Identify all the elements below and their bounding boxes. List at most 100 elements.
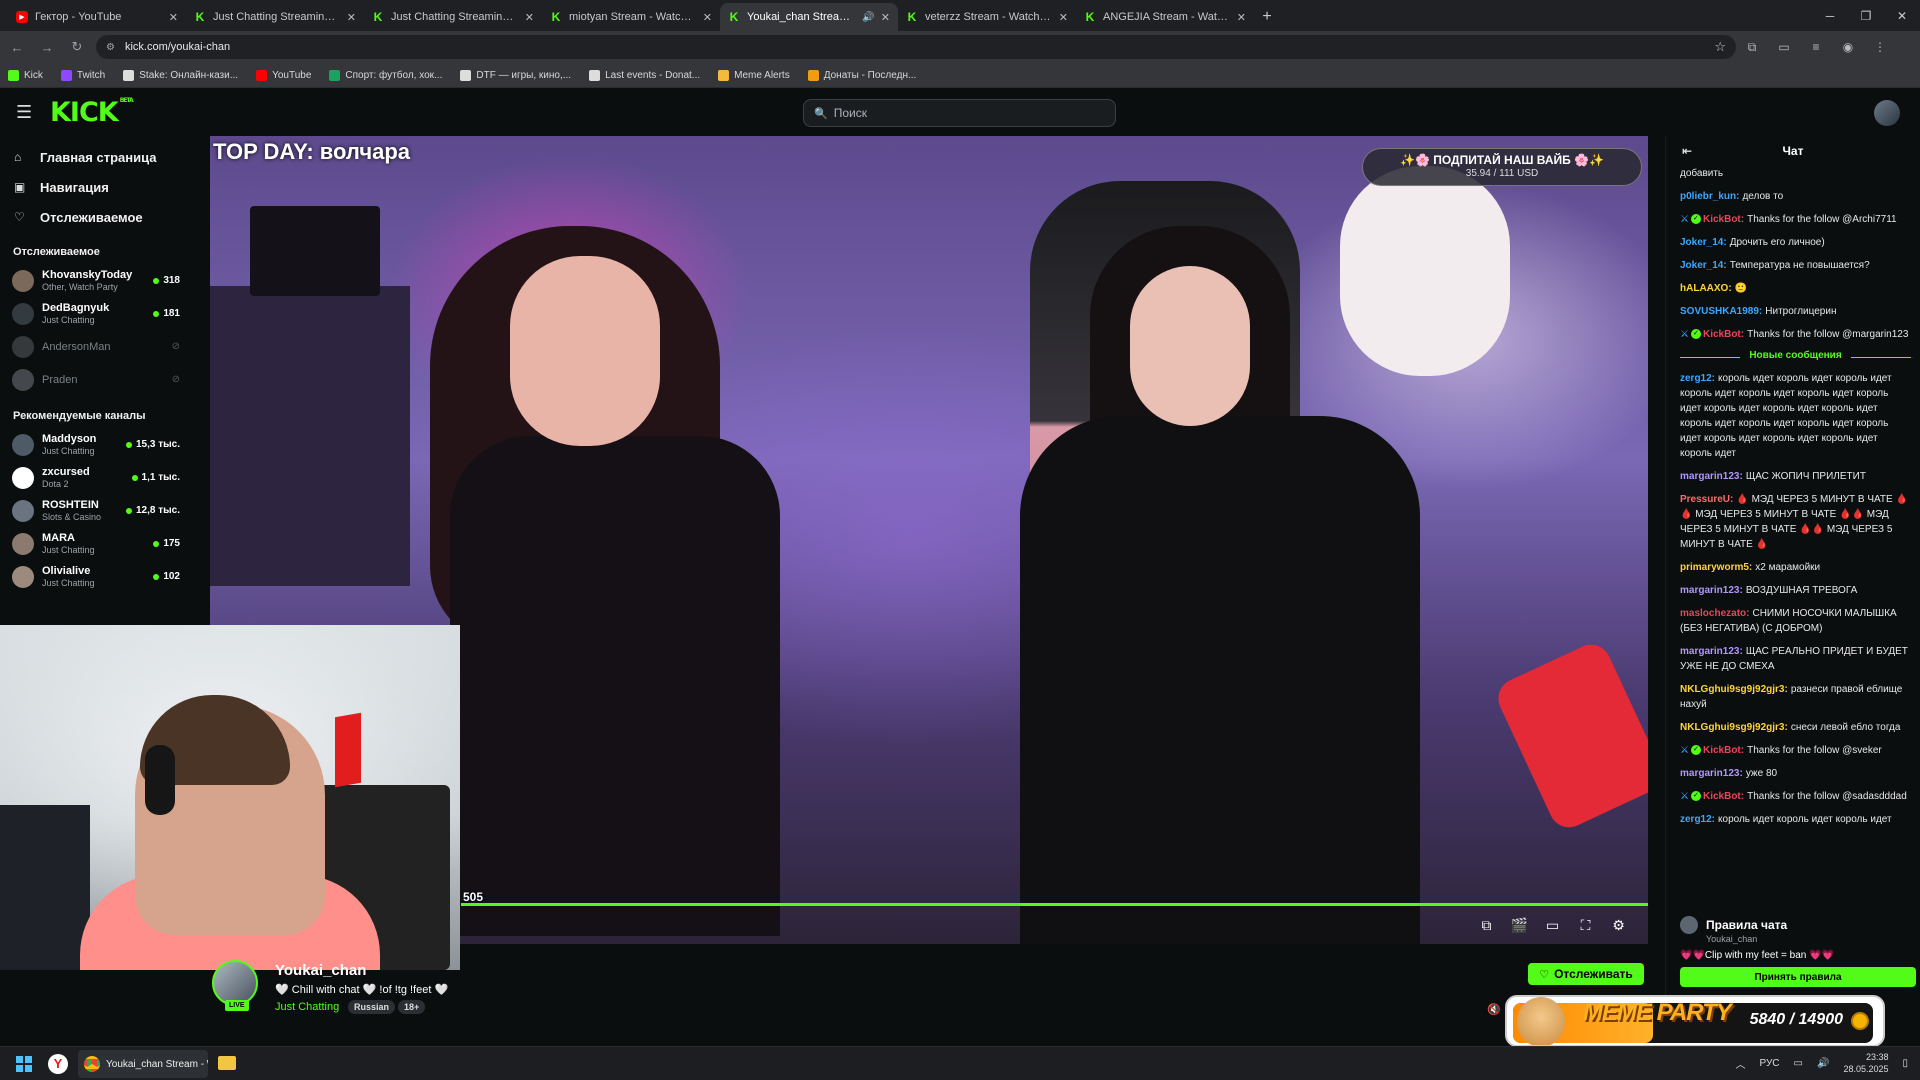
chat-username[interactable]: margarin123: xyxy=(1680,585,1743,596)
chat-username[interactable]: KickBot: xyxy=(1703,214,1744,225)
chat-username[interactable]: SOVUSHKA1989: xyxy=(1680,306,1762,317)
chat-username[interactable]: margarin123: xyxy=(1680,768,1743,779)
bookmark-item[interactable]: Донаты - Последн... xyxy=(807,69,916,81)
close-tab-icon[interactable]: ✕ xyxy=(1237,11,1246,24)
sidebar-nav-item[interactable]: ▣ Навигация xyxy=(0,172,192,202)
sidebar-channel[interactable]: KhovanskyToday Other, Watch Party 318 xyxy=(0,264,192,297)
chat-username[interactable]: primaryworm5: xyxy=(1680,562,1752,573)
network-icon[interactable]: ▭ xyxy=(1794,1058,1803,1069)
bookmark-item[interactable]: YouTube xyxy=(256,69,311,81)
clock[interactable]: 23:38 28.05.2025 xyxy=(1843,1051,1888,1075)
theater-icon[interactable]: ▭ xyxy=(1536,917,1569,934)
collapse-chat-icon[interactable]: ⇤ xyxy=(1682,144,1692,158)
user-avatar[interactable] xyxy=(1874,100,1900,126)
tray-chevron-icon[interactable]: ︿ xyxy=(1736,1056,1746,1071)
close-tab-icon[interactable]: ✕ xyxy=(1059,11,1068,24)
notifications-icon[interactable]: ▯ xyxy=(1902,1058,1908,1069)
sidepanel-icon[interactable]: ▭ xyxy=(1768,34,1800,60)
settings-icon[interactable]: ⚙ xyxy=(1602,917,1635,934)
hamburger-menu-icon[interactable]: ☰ xyxy=(16,102,36,123)
extensions-icon[interactable]: ⧉ xyxy=(1736,34,1768,60)
accept-rules-button[interactable]: Принять правила xyxy=(1680,967,1916,987)
language-indicator[interactable]: РУС xyxy=(1760,1058,1780,1069)
close-tab-icon[interactable]: ✕ xyxy=(881,11,890,24)
close-tab-icon[interactable]: ✕ xyxy=(525,11,534,24)
follow-button[interactable]: ♡ Отслеживать xyxy=(1528,963,1644,985)
chat-username[interactable]: NKLGghui9sg9j92gjr3: xyxy=(1680,684,1788,695)
browser-menu-icon[interactable]: ⋮ xyxy=(1864,34,1896,60)
chat-username[interactable]: zerg12: xyxy=(1680,373,1715,384)
chat-username[interactable]: Joker_14: xyxy=(1680,260,1727,271)
sidebar-nav-item[interactable]: ♡ Отслеживаемое xyxy=(0,202,192,232)
sidebar-channel[interactable]: Praden ⊘ xyxy=(0,363,192,396)
close-tab-icon[interactable]: ✕ xyxy=(347,11,356,24)
windows-start-icon[interactable] xyxy=(16,1056,32,1072)
minimize-button[interactable]: ─ xyxy=(1812,0,1848,31)
chat-username[interactable]: hALAAXO: xyxy=(1680,283,1732,294)
fullscreen-icon[interactable]: ⛶ xyxy=(1569,917,1602,934)
bookmark-item[interactable]: DTF — игры, кино,... xyxy=(460,69,571,81)
browser-tab[interactable]: Kveterzz Stream - Watch Live on ✕ xyxy=(898,3,1076,31)
browser-tab[interactable]: K Just Chatting Streaming - Live S ✕ xyxy=(364,3,542,31)
chat-username[interactable]: Joker_14: xyxy=(1680,237,1727,248)
chat-username[interactable]: KickBot: xyxy=(1703,791,1744,802)
browser-tab[interactable]: ▶ Гектор - YouTube ✕ xyxy=(8,3,186,31)
sidebar-channel[interactable]: Maddyson Just Chatting 15,3 тыс. xyxy=(0,428,192,461)
sidebar-channel[interactable]: AndersonMan ⊘ xyxy=(0,330,192,363)
bookmark-item[interactable]: Stake: Онлайн-кази... xyxy=(123,69,238,81)
chat-username[interactable]: NKLGghui9sg9j92gjr3: xyxy=(1680,722,1788,733)
search-input[interactable]: 🔍 Поиск xyxy=(803,99,1116,127)
profile-icon[interactable]: ◉ xyxy=(1832,34,1864,60)
bookmark-item[interactable]: Meme Alerts xyxy=(718,69,790,81)
browser-tab[interactable]: K Youkai_chan Stream - Watch 🔊 ✕ xyxy=(720,3,898,31)
chat-username[interactable]: KickBot: xyxy=(1703,329,1744,340)
chrome-taskbar-item[interactable]: Youkai_chan Stream - W xyxy=(78,1050,208,1078)
file-explorer-icon[interactable] xyxy=(218,1056,236,1070)
forward-button[interactable]: → xyxy=(34,34,60,60)
bookmark-item[interactable]: Last events - Donat... xyxy=(589,69,700,81)
browser-tab[interactable]: K ANGEJIA Stream - Watch Live o ✕ xyxy=(1076,3,1254,31)
bookmark-item[interactable]: Спорт: футбол, хок... xyxy=(329,69,442,81)
tag-age[interactable]: 18+ xyxy=(398,1000,426,1014)
streamer-name[interactable]: Youkai_chan xyxy=(275,962,366,979)
chat-username[interactable]: KickBot: xyxy=(1703,745,1744,756)
volume-icon[interactable]: 🔊 xyxy=(1817,1058,1829,1069)
sidebar-channel[interactable]: MARA Just Chatting 175 xyxy=(0,527,192,560)
donation-goal-badge: ✨🌸 ПОДПИТАЙ НАШ ВАЙБ 🌸✨ 35.94 / 111 USD xyxy=(1362,148,1642,186)
close-tab-icon[interactable]: ✕ xyxy=(169,11,178,24)
tag-language[interactable]: Russian xyxy=(348,1000,396,1014)
reload-button[interactable]: ↻ xyxy=(64,34,90,60)
kick-logo[interactable]: KICK BETA xyxy=(50,97,134,128)
yandex-browser-icon[interactable]: Y xyxy=(48,1054,68,1074)
browser-tab[interactable]: K Just Chatting Streaming - Live S ✕ xyxy=(186,3,364,31)
close-window-button[interactable]: ✕ xyxy=(1884,0,1920,31)
back-button[interactable]: ← xyxy=(4,34,30,60)
chat-username[interactable]: maslochezato: xyxy=(1680,608,1749,619)
clip-icon[interactable]: 🎬 xyxy=(1503,917,1536,934)
chat-username[interactable]: p0liebr_kun: xyxy=(1680,191,1739,202)
new-tab-button[interactable]: + xyxy=(1254,3,1280,31)
sidebar-channel[interactable]: Olivialive Just Chatting 102 xyxy=(0,560,192,593)
bookmark-star-icon[interactable]: ☆ xyxy=(1714,39,1726,55)
chat-username[interactable]: margarin123: xyxy=(1680,646,1743,657)
chat-username[interactable]: zerg12: xyxy=(1680,814,1715,825)
bookmark-item[interactable]: Twitch xyxy=(60,69,105,81)
address-bar[interactable]: ⚙ kick.com/youkai-chan ☆ xyxy=(96,35,1736,59)
speaker-icon[interactable]: 🔊 xyxy=(862,12,874,23)
media-icon[interactable]: ≡ xyxy=(1800,34,1832,60)
close-tab-icon[interactable]: ✕ xyxy=(703,11,712,24)
browser-tab[interactable]: Kmiotyan Stream - Watch Live on ✕ xyxy=(542,3,720,31)
stream-category[interactable]: Just Chatting xyxy=(275,1001,339,1013)
chat-username[interactable]: PressureU: xyxy=(1680,494,1733,505)
maximize-button[interactable]: ❐ xyxy=(1848,0,1884,31)
bookmark-item[interactable]: Kick xyxy=(8,69,43,81)
pip-icon[interactable]: ⧉ xyxy=(1470,917,1503,934)
site-info-icon[interactable]: ⚙ xyxy=(106,42,115,53)
sidebar-channel[interactable]: zxcursed Dota 2 1,1 тыс. xyxy=(0,461,192,494)
sidebar-nav-item[interactable]: ⌂ Главная страница xyxy=(0,142,192,172)
sidebar-channel[interactable]: ROSHTEIN Slots & Casino 12,8 тыс. xyxy=(0,494,192,527)
chat-username[interactable]: margarin123: xyxy=(1680,471,1743,482)
red-lamp xyxy=(1491,638,1648,834)
sidebar-channel[interactable]: DedBagnyuk Just Chatting 181 xyxy=(0,297,192,330)
chat-messages[interactable]: добавить p0liebr_kun: делов то ⚔ ✓ KickBot: Th… xyxy=(1666,166,1920,888)
